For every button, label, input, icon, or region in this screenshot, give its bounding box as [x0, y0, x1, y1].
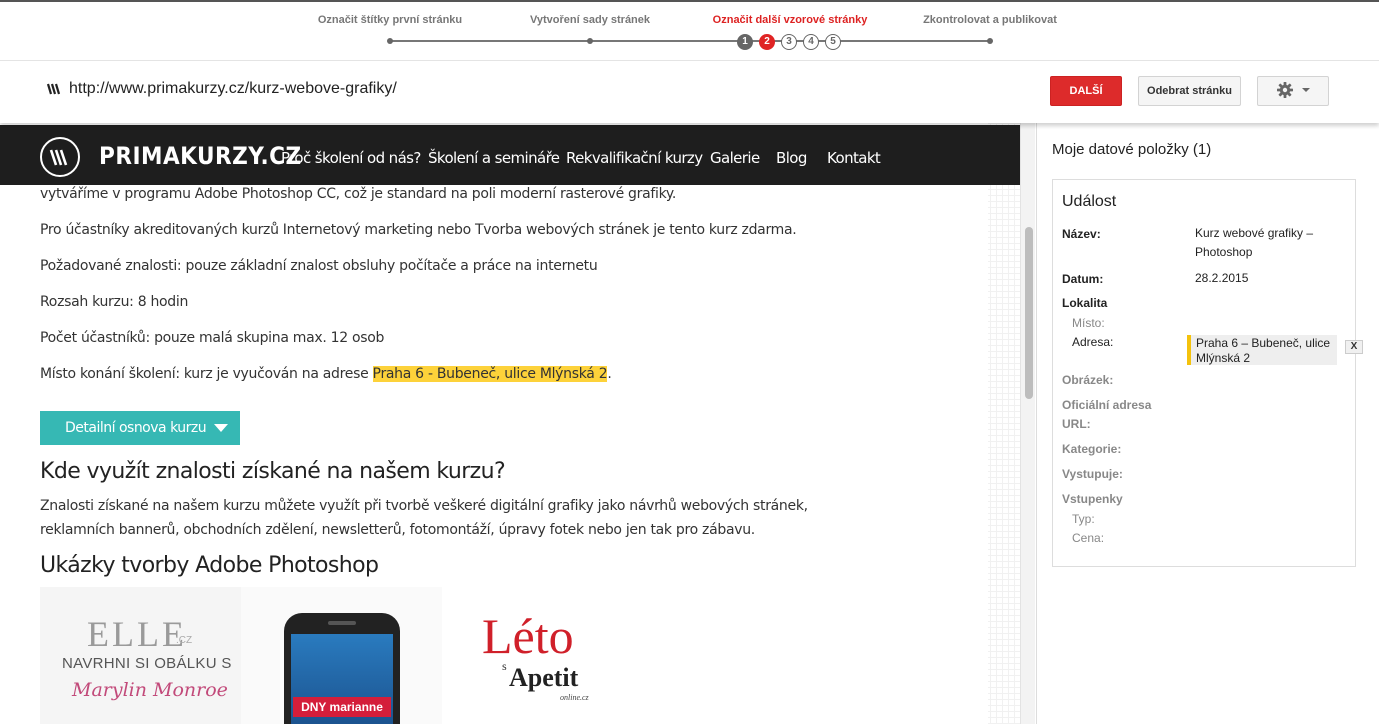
substep-2[interactable]: 2: [759, 34, 775, 50]
step-label-3[interactable]: Označit další vzorové stránky: [713, 14, 868, 26]
elle-script: Marylin Monroe: [72, 679, 228, 701]
field-label-official: Oficiální adresa: [1062, 398, 1152, 412]
field-label-performer: Vystupuje:: [1062, 467, 1123, 481]
nav-item-courses[interactable]: Školení a semináře: [428, 149, 560, 167]
step-dot-1: [387, 38, 393, 44]
field-label-url: URL:: [1062, 417, 1091, 431]
step-dot-4: [987, 38, 993, 44]
leto-title: Léto: [482, 608, 574, 664]
paragraph-duration: Rozsah kurzu: 8 hodin: [40, 294, 189, 310]
site-navigation: PRIMAKURZY.CZ Proč školení od nás? Škole…: [0, 125, 1020, 185]
gallery-image-phone[interactable]: DNY marianne: [241, 587, 442, 724]
substep-1[interactable]: 1: [737, 34, 753, 50]
substep-5[interactable]: 5: [825, 34, 841, 50]
paragraph-location: Místo konání školení: kurz je vyučován n…: [40, 366, 612, 382]
nav-item-why[interactable]: Proč školení od nás?: [281, 149, 421, 167]
step-label-4[interactable]: Zkontrolovat a publikovat: [923, 14, 1057, 26]
location-suffix: .: [607, 366, 612, 382]
caret-down-icon: [1301, 87, 1310, 92]
paragraph-participants: Počet účastníků: pouze malá skupina max.…: [40, 330, 385, 346]
apetit-online: online.cz: [560, 693, 589, 702]
field-label-type: Typ:: [1072, 512, 1095, 526]
primakurzy-logo-icon[interactable]: [40, 137, 80, 177]
step-label-2[interactable]: Vytvoření sady stránek: [530, 14, 650, 26]
page-preview[interactable]: vytváříme v programu Adobe Photoshop CC,…: [0, 123, 1020, 724]
field-value-date[interactable]: 28.2.2015: [1195, 269, 1345, 288]
progress-line: [390, 40, 990, 42]
field-label-location: Lokalita: [1062, 296, 1108, 310]
gear-icon: [1277, 81, 1294, 98]
phone-banner: DNY marianne: [293, 697, 391, 717]
page-scrollbar-track[interactable]: [1020, 123, 1035, 724]
nav-item-gallery[interactable]: Galerie: [710, 149, 760, 167]
field-label-address: Adresa:: [1072, 335, 1114, 349]
step-label-1[interactable]: Označit štítky první stránku: [318, 14, 462, 26]
field-label-name: Název:: [1062, 227, 1101, 241]
field-label-image: Obrázek:: [1062, 373, 1114, 387]
elle-logo: ELLE: [87, 614, 187, 654]
gallery-image-leto[interactable]: Léto s Apetit online.cz: [442, 587, 643, 724]
course-outline-label: Detailní osnova kurzu: [65, 420, 207, 436]
elle-cz: .CZ: [176, 635, 193, 646]
remove-address-button[interactable]: X: [1345, 340, 1363, 354]
paragraph-use-1: Znalosti získané na našem kurzu můžete v…: [40, 498, 808, 514]
highlighted-address[interactable]: Praha 6 - Bubeneč, ulice Mlýnská 2: [372, 366, 608, 382]
field-value-name[interactable]: Kurz webové grafiky – Photoshop: [1195, 224, 1345, 262]
sample-gallery: ELLE .CZ NAVRHNI SI OBÁLKU S Marylin Mon…: [40, 587, 643, 724]
page-scrollbar-thumb[interactable]: [1025, 227, 1033, 399]
apetit-title: Apetit: [509, 663, 579, 692]
next-button[interactable]: DALŠÍ: [1050, 76, 1122, 106]
page-url: http://www.primakurzy.cz/kurz-webove-gra…: [69, 80, 397, 97]
url-toolbar: http://www.primakurzy.cz/kurz-webove-gra…: [0, 61, 1379, 123]
course-outline-button[interactable]: Detailní osnova kurzu: [40, 411, 240, 445]
location-prefix: Místo konání školení: kurz je vyučován n…: [40, 366, 373, 382]
settings-menu-button[interactable]: [1257, 76, 1329, 106]
content-column: vytváříme v programu Adobe Photoshop CC,…: [0, 123, 988, 724]
substep-4[interactable]: 4: [803, 34, 819, 50]
field-label-category: Kategorie:: [1062, 442, 1122, 456]
wizard-stepbar: Označit štítky první stránku Vytvoření s…: [0, 0, 1379, 61]
paragraph-free: Pro účastníky akreditovaných kurzů Inter…: [40, 222, 797, 238]
substep-3[interactable]: 3: [781, 34, 797, 50]
site-favicon-icon: [46, 83, 61, 95]
field-label-price: Cena:: [1072, 531, 1105, 545]
phone-speaker: [328, 621, 356, 625]
remove-page-button[interactable]: Odebrat stránku: [1138, 76, 1241, 106]
triangle-down-icon: [214, 424, 228, 432]
event-card-title: Událost: [1062, 193, 1117, 210]
gallery-image-elle[interactable]: ELLE .CZ NAVRHNI SI OBÁLKU S Marylin Mon…: [40, 587, 241, 724]
event-card: Událost Název: Kurz webové grafiky – Pho…: [1052, 179, 1363, 567]
step-dot-2: [587, 38, 593, 44]
field-label-date: Datum:: [1062, 272, 1104, 286]
paragraph-requirements: Požadované znalosti: pouze základní znal…: [40, 258, 598, 274]
data-items-panel: Moje datové položky (1) Událost Název: K…: [1036, 123, 1379, 724]
leto-s: s: [502, 659, 507, 673]
site-logo-text[interactable]: PRIMAKURZY.CZ: [99, 142, 302, 170]
nav-item-contact[interactable]: Kontakt: [827, 149, 881, 167]
field-label-place: Místo:: [1072, 316, 1105, 330]
paragraph-use-2: reklamních bannerů, obchodních zdělení, …: [40, 522, 755, 538]
field-label-tickets: Vstupenky: [1062, 492, 1123, 506]
paragraph-intro: vytváříme v programu Adobe Photoshop CC,…: [40, 186, 677, 202]
nav-item-blog[interactable]: Blog: [776, 149, 807, 167]
panel-title: Moje datové položky (1): [1052, 141, 1212, 158]
elle-subtitle: NAVRHNI SI OBÁLKU S: [62, 655, 232, 672]
nav-item-requalification[interactable]: Rekvalifikační kurzy: [566, 149, 703, 167]
heading-use: Kde využít znalosti získané na našem kur…: [40, 459, 506, 484]
field-value-address[interactable]: Praha 6 – Bubeneč, ulice Mlýnská 2: [1187, 335, 1337, 365]
heading-samples: Ukázky tvorby Adobe Photoshop: [40, 553, 379, 578]
